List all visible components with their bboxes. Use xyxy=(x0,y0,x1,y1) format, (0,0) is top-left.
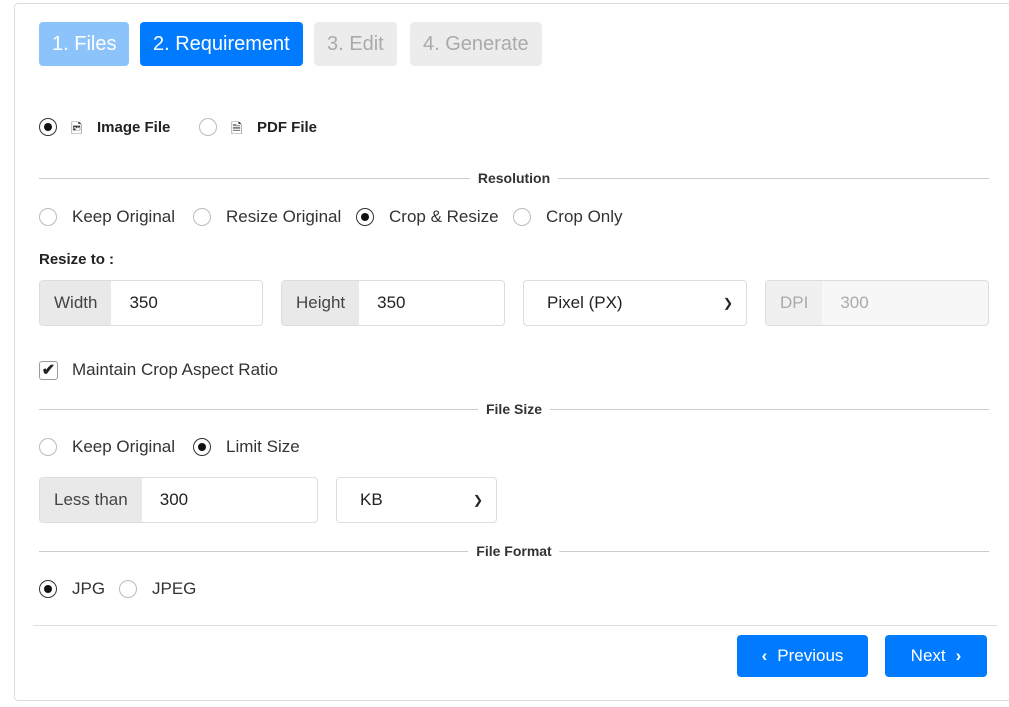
less-than-label: Less than xyxy=(40,478,142,522)
width-label: Width xyxy=(40,281,112,325)
size-unit-value: KB xyxy=(360,490,383,509)
image-file-label: Image File xyxy=(97,119,171,136)
jpg-radio[interactable] xyxy=(39,580,57,598)
crop-only-label: Crop Only xyxy=(546,207,623,226)
resize-original-radio[interactable] xyxy=(193,208,211,226)
file-size-title: File Size xyxy=(477,401,551,417)
next-label: Next xyxy=(910,646,946,665)
step-edit: 3. Edit xyxy=(314,22,397,66)
jpeg-label: JPEG xyxy=(152,579,197,598)
size-keep-original-label: Keep Original xyxy=(72,437,176,456)
dpi-label: DPI xyxy=(766,281,823,325)
maintain-aspect-label: Maintain Crop Aspect Ratio xyxy=(72,360,278,379)
previous-label: Previous xyxy=(777,646,844,665)
size-keep-original-radio[interactable] xyxy=(39,438,57,456)
jpg-label: JPG xyxy=(72,579,106,598)
image-file-icon: 🖻 xyxy=(71,120,83,136)
size-limit-input[interactable]: 300 xyxy=(142,478,206,522)
chevron-down-icon: ❯ xyxy=(472,493,483,507)
width-input[interactable]: 350 xyxy=(111,281,175,325)
unit-select-value: Pixel (PX) xyxy=(547,293,623,312)
chevron-left-icon: ‹ xyxy=(761,646,768,665)
pdf-file-icon: 🗎 xyxy=(231,120,243,136)
unit-select[interactable]: Pixel (PX) ❯ xyxy=(523,280,747,326)
resize-to-label: Resize to : xyxy=(39,251,115,268)
crop-resize-radio[interactable] xyxy=(356,208,374,226)
image-file-radio[interactable] xyxy=(39,118,57,136)
chevron-right-icon: › xyxy=(955,646,962,665)
file-format-title: File Format xyxy=(468,543,560,559)
dpi-input-group: DPI 300 xyxy=(765,280,989,326)
chevron-down-icon: ❯ xyxy=(722,296,733,310)
step-generate: 4. Generate xyxy=(410,22,542,66)
limit-size-radio[interactable] xyxy=(193,438,211,456)
next-button[interactable]: Next › xyxy=(885,635,987,677)
maintain-aspect-checkbox[interactable]: ✔ xyxy=(39,361,58,380)
pdf-file-label: PDF File xyxy=(257,119,318,136)
limit-size-label: Limit Size xyxy=(226,437,300,456)
crop-only-radio[interactable] xyxy=(513,208,531,226)
keep-original-label: Keep Original xyxy=(72,207,176,226)
step-files[interactable]: 1. Files xyxy=(39,22,130,66)
height-label: Height xyxy=(282,281,360,325)
size-limit-input-group: Less than 300 xyxy=(39,477,318,523)
height-input-group: Height 350 xyxy=(281,280,505,326)
size-unit-select[interactable]: KB ❯ xyxy=(336,477,497,523)
keep-original-radio[interactable] xyxy=(39,208,57,226)
dpi-input: 300 xyxy=(840,293,869,312)
width-input-group: Width 350 xyxy=(39,280,263,326)
jpeg-radio[interactable] xyxy=(119,580,137,598)
step-requirement[interactable]: 2. Requirement xyxy=(140,22,303,66)
footer-divider xyxy=(33,625,997,626)
pdf-file-radio[interactable] xyxy=(199,118,217,136)
resolution-title: Resolution xyxy=(469,170,559,186)
height-input[interactable]: 350 xyxy=(359,281,423,325)
resize-original-label: Resize Original xyxy=(226,207,342,226)
previous-button[interactable]: ‹ Previous xyxy=(737,635,868,677)
crop-resize-label: Crop & Resize xyxy=(389,207,499,226)
